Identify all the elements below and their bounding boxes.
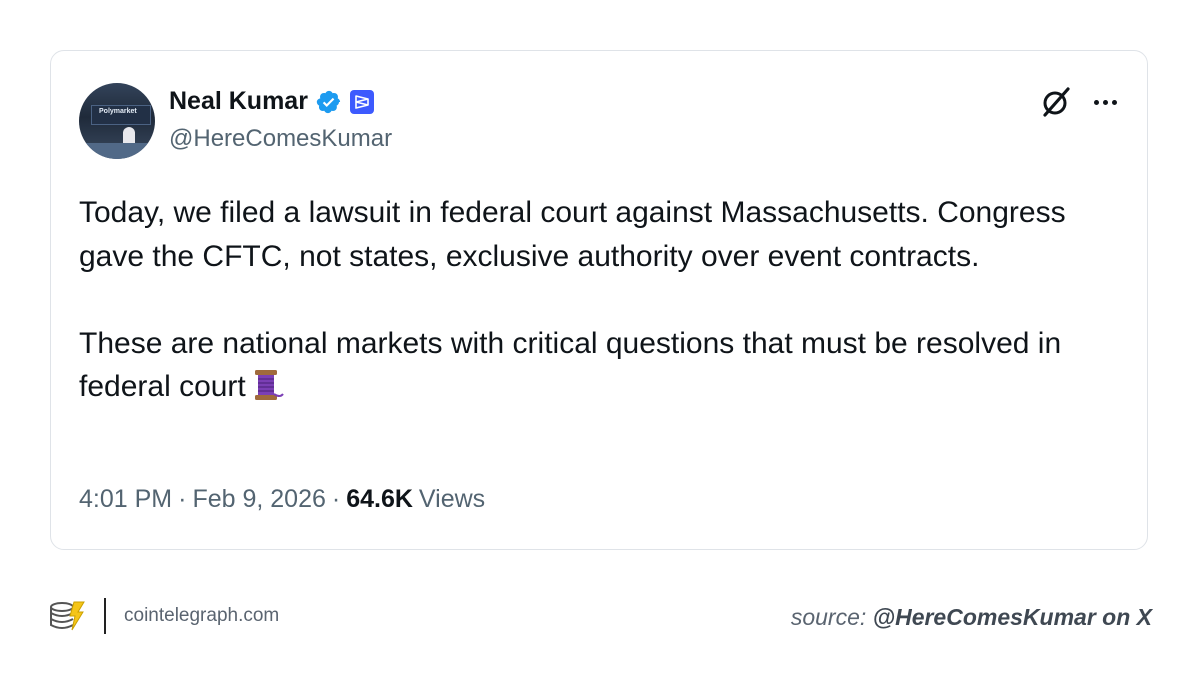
tweet-meta: 4:01 PM · Feb 9, 2026 · 64.6K Views [79,485,485,514]
cointelegraph-logo-icon [50,601,85,631]
tweet-paragraph: Today, we filed a lawsuit in federal cou… [79,196,1066,273]
tweet-card: Polymarket Neal Kumar @HereComesKumar To… [50,50,1148,550]
more-dot-icon [1102,99,1108,105]
avatar[interactable]: Polymarket [79,83,155,159]
tweet-time[interactable]: 4:01 PM [79,485,172,514]
avatar-banner-text: Polymarket [99,108,137,115]
more-dot-icon [1093,99,1099,105]
views-label: Views [418,485,486,513]
tweet-text: Today, we filed a lawsuit in federal cou… [79,191,1129,409]
grok-icon[interactable] [1039,85,1073,119]
avatar-floor [79,143,155,159]
verified-badge-icon[interactable] [316,89,342,115]
meta-separator: · [331,485,341,513]
source-prefix: source: [790,604,867,630]
author-row: Neal Kumar [169,87,374,116]
tweet-paragraph-with-emoji: These are national markets with critical… [79,322,1129,409]
more-options-icon[interactable] [1089,87,1121,117]
views-count: 64.6K [346,485,413,513]
tweet-date[interactable]: Feb 9, 2026 [192,485,325,514]
meta-separator: · [178,485,187,513]
tweet-paragraph: These are national markets with critical… [79,326,1062,404]
thread-spool-icon [254,370,284,400]
footer-site[interactable]: cointelegraph.com [124,605,279,627]
author-handle[interactable]: @HereComesKumar [169,125,392,153]
source-handle: @HereComesKumar on X [872,604,1152,630]
author-name[interactable]: Neal Kumar [169,87,308,116]
footer-divider [104,598,106,634]
more-dot-icon [1111,99,1117,105]
affiliate-badge-icon[interactable] [349,89,374,114]
footer-source: source: @HereComesKumar on X [791,604,1152,631]
